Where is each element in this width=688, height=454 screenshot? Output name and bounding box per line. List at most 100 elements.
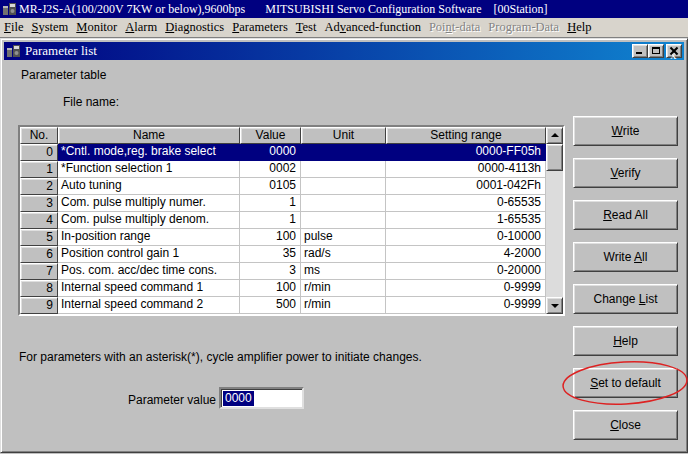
name-cell: *Cntl. mode,reg. brake select: [58, 144, 240, 161]
table-row[interactable]: 6Position control gain 135rad/s4-2000: [20, 246, 563, 263]
menu-diagnostics[interactable]: Diagnostics: [161, 19, 228, 37]
menu-bar: FileSystemMonitorAlarmDiagnosticsParamet…: [0, 18, 688, 38]
row-number-cell[interactable]: 4: [20, 212, 58, 229]
parameter-table-label: Parameter table: [21, 68, 106, 82]
menu-monitor[interactable]: Monitor: [72, 19, 121, 37]
row-number-cell[interactable]: 6: [20, 246, 58, 263]
value-cell: 100: [240, 229, 301, 246]
row-number-cell[interactable]: 9: [20, 297, 58, 314]
menu-help[interactable]: Help: [563, 19, 595, 37]
menu-program-data: Program-Data: [484, 19, 563, 37]
name-cell: Pos. com. acc/dec time cons.: [58, 263, 240, 280]
value-cell: 0105: [240, 178, 301, 195]
close-button[interactable]: x: [666, 44, 682, 58]
window-title-app: MITSUBISHI Servo Configuration Software: [265, 2, 481, 17]
change-list-button[interactable]: Change List: [573, 284, 678, 314]
name-cell: In-position range: [58, 229, 240, 246]
app-icon: [2, 2, 17, 16]
unit-cell: r/min: [301, 280, 386, 297]
parameter-list-titlebar[interactable]: Parameter list x: [4, 42, 684, 60]
table-scrollbar[interactable]: [546, 127, 563, 314]
range-cell: 0-10000: [386, 229, 546, 246]
row-number-cell[interactable]: 3: [20, 195, 58, 212]
table-row[interactable]: 7Pos. com. acc/dec time cons.3ms0-20000: [20, 263, 563, 280]
table-header-row: No.NameValueUnitSetting range: [20, 127, 563, 144]
unit-cell: ms: [301, 263, 386, 280]
menu-test[interactable]: Test: [292, 19, 321, 37]
parameter-value-text: 0000: [223, 391, 254, 406]
value-cell: 500: [240, 297, 301, 314]
row-number-cell[interactable]: 0: [20, 144, 58, 161]
unit-cell: pulse: [301, 229, 386, 246]
table-row[interactable]: 4Com. pulse multiply denom.11-65535: [20, 212, 563, 229]
main-titlebar: MR-J2S-A(100/200V 7KW or below),9600bps …: [0, 0, 688, 18]
column-header-name: Name: [58, 127, 240, 144]
parameter-value-label: Parameter value: [128, 393, 216, 407]
help-button[interactable]: Help: [573, 326, 678, 356]
scroll-down-button[interactable]: [546, 297, 563, 314]
unit-cell: [301, 212, 386, 229]
name-cell: Com. pulse multiply denom.: [58, 212, 240, 229]
set-to-default-button[interactable]: Set to default: [573, 368, 678, 398]
unit-cell: [301, 161, 386, 178]
close-button[interactable]: Close: [573, 410, 678, 440]
window-icon: [6, 44, 21, 58]
scroll-up-button[interactable]: [546, 127, 563, 144]
name-cell: Internal speed command 2: [58, 297, 240, 314]
range-cell: 0-9999: [386, 297, 546, 314]
file-name-label: File name:: [63, 95, 119, 109]
table-row[interactable]: 2Auto tuning0105 0001-042Fh: [20, 178, 563, 195]
row-number-cell[interactable]: 8: [20, 280, 58, 297]
range-cell: 0-65535: [386, 195, 546, 212]
row-number-cell[interactable]: 5: [20, 229, 58, 246]
maximize-button[interactable]: [648, 44, 664, 58]
row-number-cell[interactable]: 2: [20, 178, 58, 195]
unit-cell: r/min: [301, 297, 386, 314]
write-button[interactable]: Write: [573, 116, 678, 146]
range-cell: 0001-042Fh: [386, 178, 546, 195]
write-all-button[interactable]: Write All: [573, 242, 678, 272]
value-cell: 0002: [240, 161, 301, 178]
menu-alarm[interactable]: Alarm: [121, 19, 161, 37]
row-number-cell[interactable]: 1: [20, 161, 58, 178]
window-title-station: [00Station]: [494, 2, 548, 17]
unit-cell: [301, 178, 386, 195]
parameter-table: No.NameValueUnitSetting range0*Cntl. mod…: [18, 125, 565, 316]
table-row[interactable]: 0*Cntl. mode,reg. brake select0000 0000-F…: [20, 144, 563, 161]
column-header-setting-range: Setting range: [386, 127, 546, 144]
value-cell: 35: [240, 246, 301, 263]
minimize-button[interactable]: [632, 44, 648, 58]
range-cell: 0-20000: [386, 263, 546, 280]
asterisk-note: For parameters with an asterisk(*), cycl…: [19, 350, 422, 364]
menu-file[interactable]: File: [0, 19, 27, 37]
name-cell: Com. pulse multiply numer.: [58, 195, 240, 212]
value-cell: 0000: [240, 144, 301, 161]
menu-system[interactable]: System: [27, 19, 72, 37]
unit-cell: rad/s: [301, 246, 386, 263]
row-number-cell[interactable]: 7: [20, 263, 58, 280]
table-row[interactable]: 1*Function selection 100020000-4113h: [20, 161, 563, 178]
value-cell: 1: [240, 212, 301, 229]
parameter-list-window: Parameter list x Parameter table File na…: [0, 38, 688, 453]
scroll-thumb[interactable]: [546, 144, 563, 171]
name-cell: Auto tuning: [58, 178, 240, 195]
table-row[interactable]: 8Internal speed command 1100r/min0-9999: [20, 280, 563, 297]
name-cell: Internal speed command 1: [58, 280, 240, 297]
menu-parameters[interactable]: Parameters: [228, 19, 292, 37]
window-title-model: MR-J2S-A(100/200V 7KW or below),9600bps: [19, 2, 245, 17]
menu-advanced-function[interactable]: Advanced-function: [320, 19, 425, 37]
unit-cell: [301, 195, 386, 212]
range-cell: 4-2000: [386, 246, 546, 263]
table-row[interactable]: 5In-position range100pulse0-10000: [20, 229, 563, 246]
value-cell: 3: [240, 263, 301, 280]
table-row[interactable]: 3Com. pulse multiply numer.1 0-65535: [20, 195, 563, 212]
table-row[interactable]: 9Internal speed command 2500r/min0-9999: [20, 297, 563, 314]
name-cell: *Function selection 1: [58, 161, 240, 178]
range-cell: 0000-FF05h: [386, 144, 546, 161]
column-header-value: Value: [240, 127, 301, 144]
verify-button[interactable]: Verify: [573, 158, 678, 188]
parameter-value-input[interactable]: 0000: [219, 387, 304, 409]
name-cell: Position control gain 1: [58, 246, 240, 263]
read-all-button[interactable]: Read All: [573, 200, 678, 230]
value-cell: 1: [240, 195, 301, 212]
